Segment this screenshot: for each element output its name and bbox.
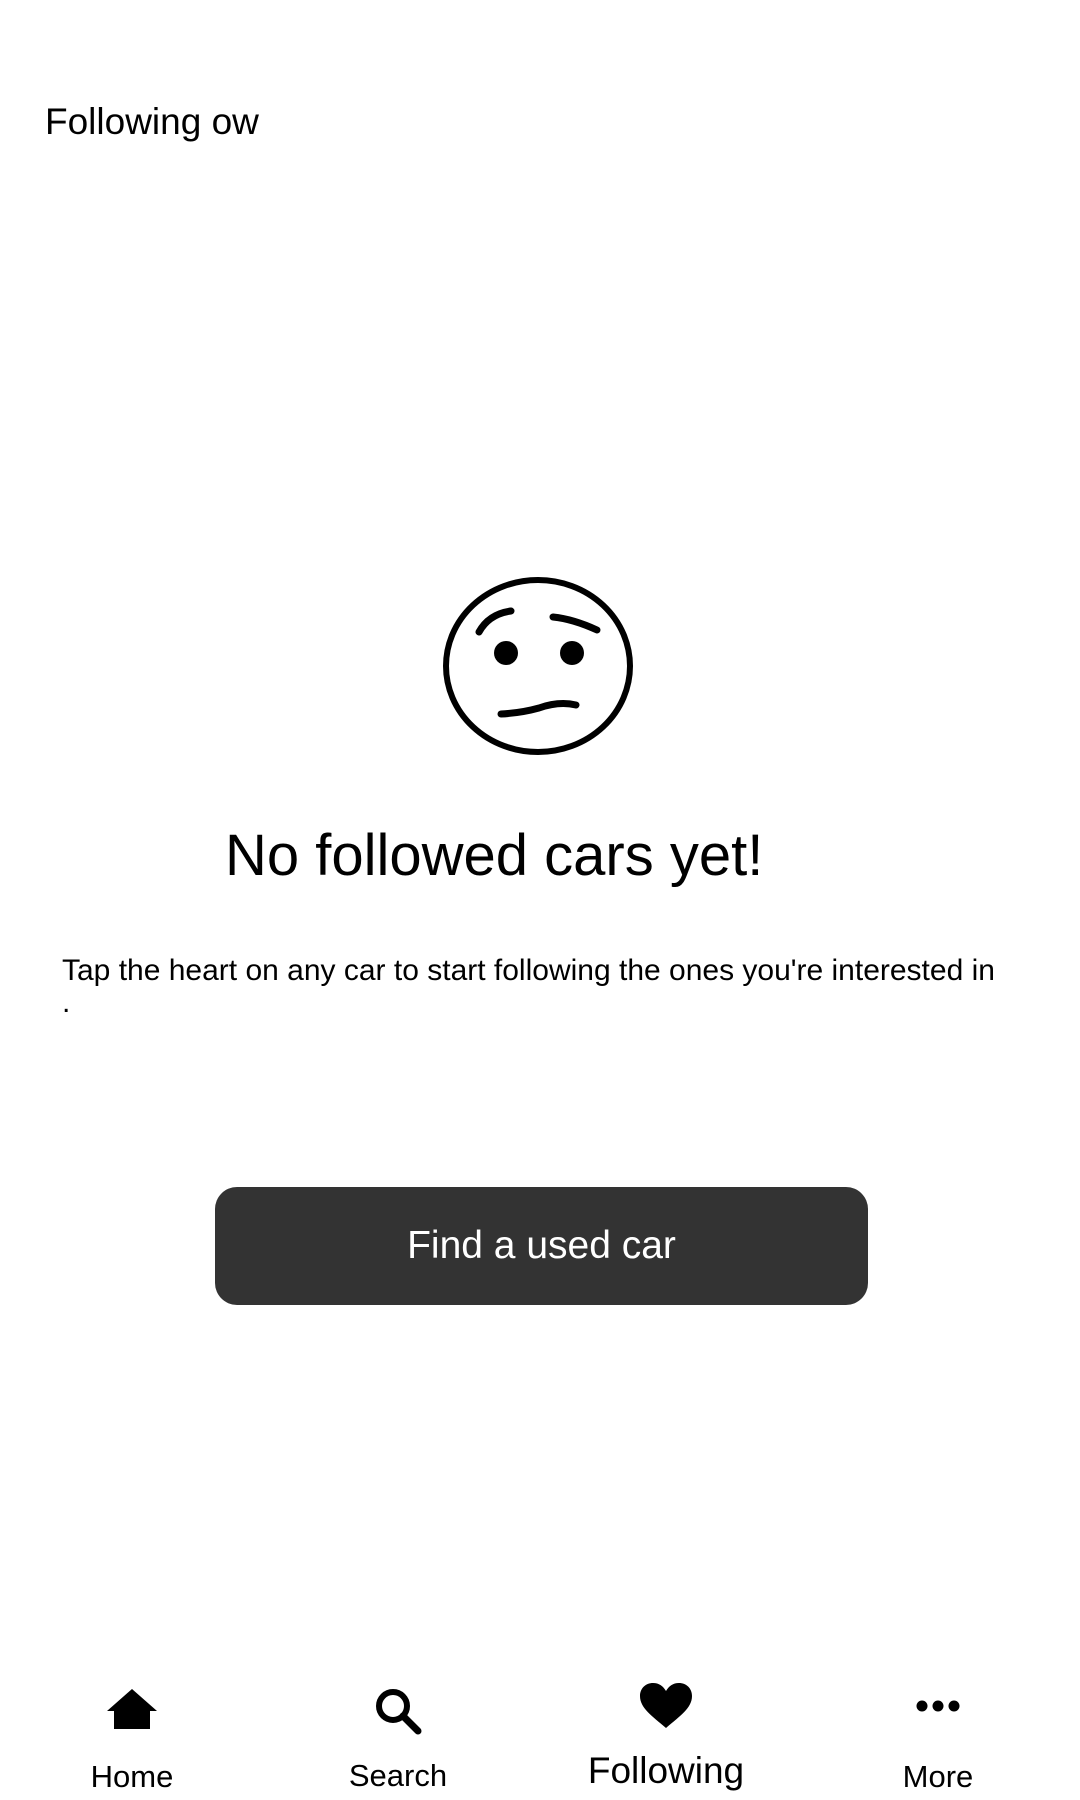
nav-item-home[interactable]: Home bbox=[32, 1670, 232, 1800]
find-used-car-button[interactable]: Find a used car bbox=[215, 1187, 868, 1305]
nav-label-more: More bbox=[902, 1759, 974, 1794]
nav-item-more[interactable]: More bbox=[838, 1670, 1038, 1800]
page-title: Following ow bbox=[45, 101, 259, 142]
empty-state-message: Tap the heart on any car to start follow… bbox=[62, 954, 995, 987]
heart-icon bbox=[640, 1683, 692, 1728]
bottom-navigation: Home Search Following More bbox=[0, 1670, 1080, 1800]
following-screen: Following ow No followed cars yet! Tap t… bbox=[0, 0, 1080, 1800]
more-dots-icon bbox=[916, 1700, 960, 1712]
nav-item-following[interactable]: Following bbox=[566, 1670, 766, 1800]
search-icon bbox=[376, 1689, 422, 1735]
empty-state-title: No followed cars yet! bbox=[225, 823, 764, 888]
nav-label-following: Following bbox=[587, 1750, 745, 1791]
nav-label-search: Search bbox=[348, 1758, 448, 1793]
home-icon bbox=[107, 1689, 157, 1729]
worried-face-icon bbox=[443, 577, 633, 755]
empty-state-message-trailing: . bbox=[62, 986, 71, 1019]
nav-label-home: Home bbox=[90, 1759, 174, 1794]
nav-item-search[interactable]: Search bbox=[298, 1670, 498, 1800]
